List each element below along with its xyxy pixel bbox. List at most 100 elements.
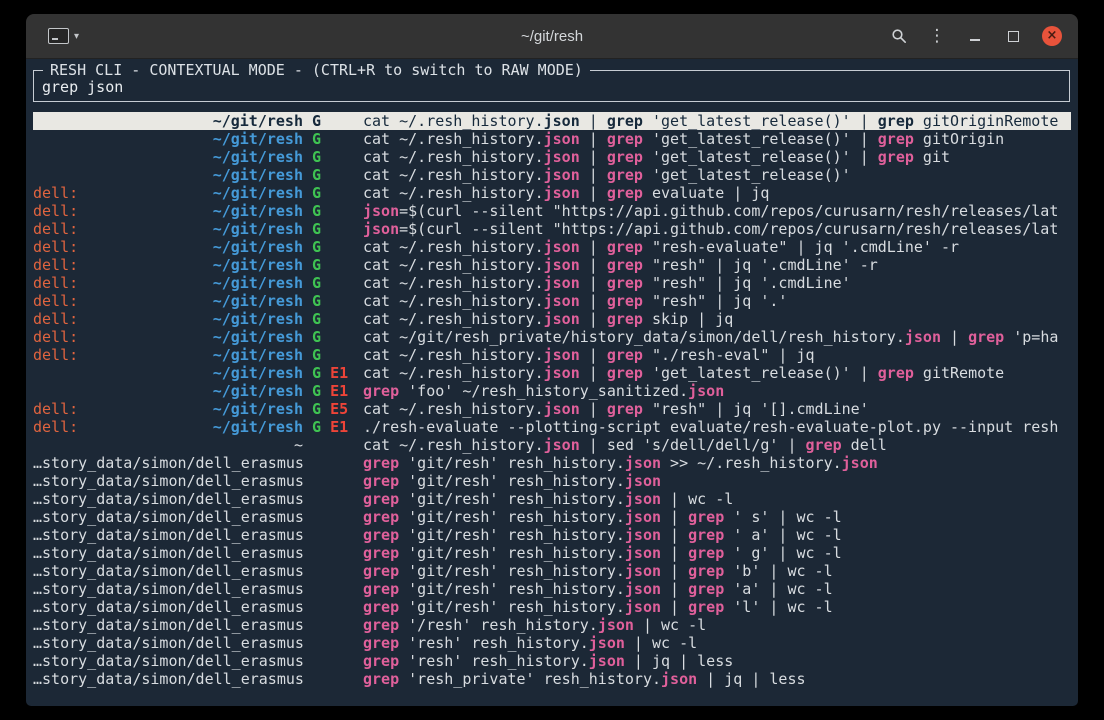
row-directory: …story_data/simon/dell_erasmus	[33, 562, 303, 580]
history-row[interactable]: …story_data/simon/dell_erasmusgrep 'git/…	[33, 454, 1071, 472]
maximize-button[interactable]	[1004, 27, 1022, 45]
row-context: …story_data/simon/dell_erasmus	[33, 544, 303, 562]
row-flags: G	[312, 346, 354, 364]
minimize-button[interactable]	[966, 27, 984, 45]
history-row[interactable]: …story_data/simon/dell_erasmusgrep '/res…	[33, 616, 1071, 634]
history-row[interactable]: dell:~/git/reshGcat ~/.resh_history.json…	[33, 310, 1071, 328]
row-command: grep 'git/resh' resh_history.json | grep…	[363, 562, 1071, 580]
history-row[interactable]: ~/git/resh G E1 cat ~/.resh_history.json |…	[33, 364, 1071, 382]
row-host: dell:	[33, 346, 78, 364]
row-flags	[312, 670, 354, 688]
row-command: cat ~/.resh_history.json | grep 'get_lat…	[363, 166, 1071, 184]
row-directory: ~/git/resh	[213, 256, 303, 274]
row-flag: E1	[330, 364, 348, 382]
history-row[interactable]: ~cat ~/.resh_history.json | sed 's/dell/…	[33, 436, 1071, 454]
row-context: …story_data/simon/dell_erasmus	[33, 562, 303, 580]
history-row[interactable]: ~/git/reshG E1grep 'foo' ~/resh_history_…	[33, 382, 1071, 400]
new-terminal-button[interactable]: ▾	[42, 24, 85, 48]
row-flags: G	[312, 238, 354, 256]
search-query-input[interactable]: grep json	[42, 78, 1061, 96]
row-directory: ~/git/resh	[213, 382, 303, 400]
row-context: dell:~/git/resh	[33, 256, 303, 274]
headerbar-left: ▾	[42, 24, 85, 48]
row-context: dell:~/git/resh	[33, 346, 303, 364]
row-directory: ~/git/resh	[213, 130, 303, 148]
row-directory: ~/git/resh	[213, 184, 303, 202]
history-list: ~/git/resh Gcat ~/.resh_history.json | gr…	[33, 112, 1071, 688]
history-row[interactable]: dell:~/git/reshG E1./resh-evaluate --plo…	[33, 418, 1071, 436]
history-row[interactable]: dell:~/git/reshGcat ~/.resh_history.json…	[33, 274, 1071, 292]
row-command: ./resh-evaluate --plotting-script evalua…	[363, 418, 1071, 436]
close-button[interactable]: ×	[1042, 26, 1062, 46]
history-row[interactable]: ~/git/reshGcat ~/.resh_history.json | gr…	[33, 112, 1071, 130]
history-row[interactable]: dell:~/git/reshGcat ~/git/resh_private/h…	[33, 328, 1071, 346]
menu-icon[interactable]: ⋮	[928, 27, 946, 45]
row-flags	[312, 580, 354, 598]
row-directory: ~/git/resh	[213, 202, 303, 220]
row-flags	[312, 436, 354, 454]
row-context: dell:~/git/resh	[33, 274, 303, 292]
history-row[interactable]: …story_data/simon/dell_erasmusgrep 'git/…	[33, 526, 1071, 544]
minimize-icon	[970, 39, 980, 41]
history-row[interactable]: ~/git/reshGcat ~/.resh_history.json | gr…	[33, 130, 1071, 148]
row-command: cat ~/.resh_history.json | grep "resh" |…	[363, 274, 1071, 292]
row-flags: G	[312, 148, 354, 166]
row-flag: E1	[330, 418, 348, 436]
history-row[interactable]: …story_data/simon/dell_erasmusgrep 'resh…	[33, 652, 1071, 670]
history-row[interactable]: …story_data/simon/dell_erasmusgrep 'git/…	[33, 472, 1071, 490]
chevron-down-icon: ▾	[74, 31, 79, 42]
row-flags	[312, 490, 354, 508]
row-flag: E5	[330, 400, 348, 418]
row-command: grep '/resh' resh_history.json | wc -l	[363, 616, 1071, 634]
row-command: cat ~/.resh_history.json | grep skip | j…	[363, 310, 1071, 328]
row-command: cat ~/git/resh_private/history_data/simo…	[363, 328, 1071, 346]
history-row[interactable]: …story_data/simon/dell_erasmus grep 'git/…	[33, 544, 1071, 562]
history-row[interactable]: …story_data/simon/dell_erasmusgrep 'git/…	[33, 598, 1071, 616]
row-context: …story_data/simon/dell_erasmus	[33, 508, 303, 526]
history-row[interactable]: …story_data/simon/dell_erasmusgrep 'git/…	[33, 508, 1071, 526]
row-directory: …story_data/simon/dell_erasmus	[33, 454, 303, 472]
history-row[interactable]: …story_data/simon/dell_erasmusgrep 'git/…	[33, 580, 1071, 598]
search-icon[interactable]	[890, 27, 908, 45]
row-context: …story_data/simon/dell_erasmus	[33, 580, 303, 598]
history-row[interactable]: dell:~/git/reshGcat ~/.resh_history.json…	[33, 238, 1071, 256]
row-command: cat ~/.resh_history.json | grep 'get_lat…	[363, 364, 1071, 382]
history-row[interactable]: dell:~/git/reshGjson=$(curl --silent "ht…	[33, 220, 1071, 238]
row-command: grep 'git/resh' resh_history.json | grep…	[363, 526, 1071, 544]
row-flags: G E1	[312, 364, 354, 382]
row-directory: …story_data/simon/dell_erasmus	[33, 472, 303, 490]
history-row[interactable]: dell:~/git/reshGcat ~/.resh_history.json…	[33, 346, 1071, 364]
history-row[interactable]: dell:~/git/reshGcat ~/.resh_history.json…	[33, 292, 1071, 310]
row-directory: …story_data/simon/dell_erasmus	[33, 544, 303, 562]
row-flags: G	[312, 220, 354, 238]
row-context: ~/git/resh	[33, 148, 303, 166]
row-command: grep 'resh' resh_history.json | wc -l	[363, 634, 1071, 652]
row-host: dell:	[33, 274, 78, 292]
row-directory: ~/git/resh	[213, 418, 303, 436]
history-row[interactable]: ~/git/reshGcat ~/.resh_history.json | gr…	[33, 166, 1071, 184]
history-row[interactable]: ~/git/reshGcat ~/.resh_history.json | gr…	[33, 148, 1071, 166]
row-flags: G	[312, 166, 354, 184]
row-flag: G	[312, 364, 321, 382]
row-directory: ~/git/resh	[213, 400, 303, 418]
row-command: grep 'git/resh' resh_history.json | grep…	[363, 544, 1071, 562]
row-flag: G	[312, 238, 321, 256]
history-row[interactable]: dell:~/git/reshG E5cat ~/.resh_history.j…	[33, 400, 1071, 418]
row-context: dell:~/git/resh	[33, 328, 303, 346]
row-host: dell:	[33, 418, 78, 436]
history-row[interactable]: dell:~/git/reshGcat ~/.resh_history.json…	[33, 184, 1071, 202]
history-row[interactable]: …story_data/simon/dell_erasmus grep 'git/…	[33, 562, 1071, 580]
row-flag: G	[312, 292, 321, 310]
row-context: ~/git/resh	[33, 364, 303, 382]
history-row[interactable]: dell:~/git/reshGcat ~/.resh_history.json…	[33, 256, 1071, 274]
row-flags	[312, 652, 354, 670]
terminal-prompt-mark	[52, 38, 58, 40]
row-context: dell:~/git/resh	[33, 310, 303, 328]
history-row[interactable]: …story_data/simon/dell_erasmusgrep 'resh…	[33, 634, 1071, 652]
row-directory: ~/git/resh	[213, 148, 303, 166]
row-context: …story_data/simon/dell_erasmus	[33, 454, 303, 472]
history-row[interactable]: dell:~/git/reshGjson=$(curl --silent "ht…	[33, 202, 1071, 220]
history-row[interactable]: …story_data/simon/dell_erasmusgrep 'resh…	[33, 670, 1071, 688]
row-context: …story_data/simon/dell_erasmus	[33, 472, 303, 490]
history-row[interactable]: …story_data/simon/dell_erasmusgrep 'git/…	[33, 490, 1071, 508]
